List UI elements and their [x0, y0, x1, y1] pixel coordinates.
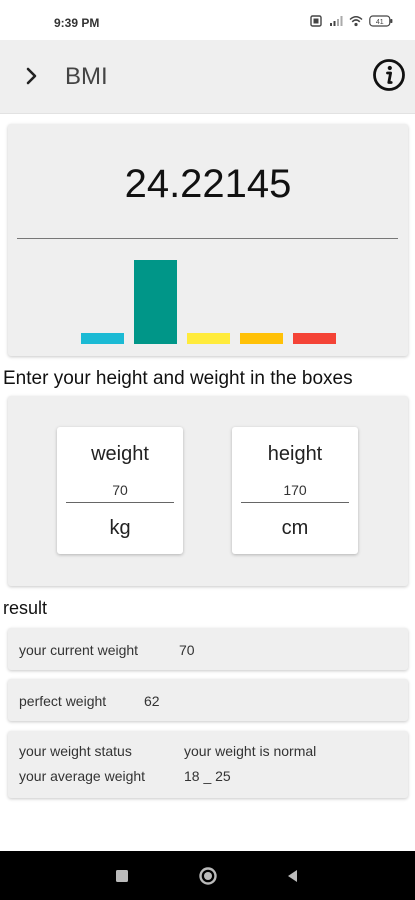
current-weight-card: your current weight 70 [8, 628, 408, 670]
perfect-weight-label: perfect weight [19, 693, 107, 709]
current-weight-value: 70 [179, 642, 195, 658]
back-icon[interactable] [285, 868, 301, 884]
app-title: BMI [65, 63, 108, 90]
bmi-scale-bar [293, 333, 336, 344]
system-nav-bar [0, 851, 415, 900]
weight-box[interactable]: weight 70 kg [57, 427, 183, 554]
current-weight-label: your current weight [19, 642, 139, 658]
bmi-divider [17, 238, 398, 239]
status-icons: 41 [309, 15, 393, 27]
height-underline [241, 502, 349, 503]
battery-level: 41 [376, 19, 384, 26]
status-time: 9:39 PM [54, 16, 100, 30]
perfect-weight-card: perfect weight 62 [8, 679, 408, 721]
height-label: height [267, 443, 323, 465]
home-icon[interactable] [198, 866, 218, 886]
weight-status-value: your weight is normal [184, 743, 317, 759]
weight-underline [66, 502, 174, 503]
app-bar: BMI [0, 40, 415, 114]
perfect-weight-value: 62 [144, 693, 160, 709]
bmi-scale-bar [187, 333, 230, 344]
bmi-scale-bar-active [134, 260, 177, 344]
weight-label: weight [91, 443, 149, 465]
height-input[interactable]: 170 [232, 482, 358, 498]
bmi-card: 24.22145 [8, 124, 408, 356]
wifi-icon [349, 16, 363, 27]
average-weight-label: your average weight [19, 768, 146, 784]
instruction-text: Enter your height and weight in the boxe… [3, 368, 353, 389]
info-icon[interactable] [372, 58, 406, 92]
sim-card-icon [310, 15, 322, 27]
signal-icon [330, 16, 343, 26]
recent-apps-icon[interactable] [114, 868, 130, 884]
bmi-scale-bar [240, 333, 283, 344]
battery-icon: 41 [369, 15, 393, 27]
result-heading: result [3, 598, 48, 618]
height-unit: cm [281, 517, 309, 539]
height-box[interactable]: height 170 cm [232, 427, 358, 554]
weight-status-label: your weight status [19, 743, 132, 759]
weight-status-card: your weight status your weight is normal… [8, 731, 408, 798]
weight-unit: kg [109, 517, 131, 539]
bmi-scale-bar [81, 333, 124, 344]
input-card: weight 70 kg height 170 cm [8, 396, 408, 586]
bmi-scale [81, 252, 341, 344]
bmi-value: 24.22145 [124, 162, 292, 206]
average-weight-value: 18 _ 25 [184, 768, 231, 784]
status-bar: 9:39 PM 41 [0, 0, 415, 40]
chevron-right-icon[interactable] [22, 64, 42, 88]
weight-input[interactable]: 70 [57, 482, 183, 498]
